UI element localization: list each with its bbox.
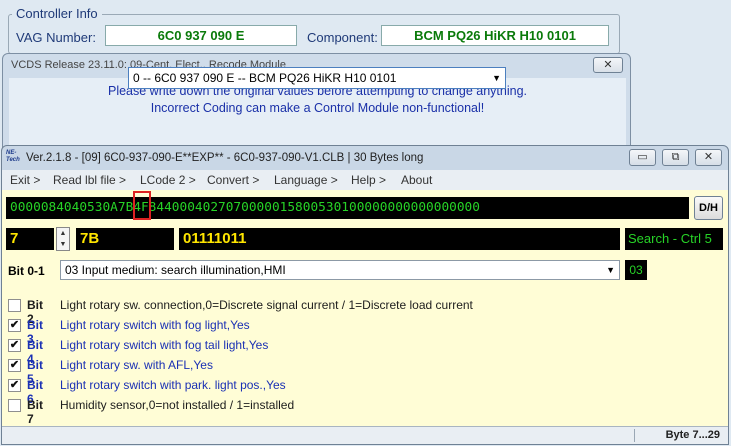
warning-line-2: Incorrect Coding can make a Control Modu… <box>150 101 485 115</box>
bit01-select-value: 03 Input medium: search illumination,HMI <box>65 263 286 277</box>
menu-lcode2[interactable]: LCode 2 > <box>140 173 196 187</box>
checkbox-unchecked[interactable] <box>8 299 21 312</box>
bit-description: Humidity sensor,0=not installed / 1=inst… <box>60 398 295 412</box>
component-label: Component: <box>307 30 378 45</box>
bit-label: Bit 7 <box>27 398 43 426</box>
bit-description: Light rotary switch with fog light,Yes <box>60 318 250 332</box>
bit01-value: 03 <box>625 260 647 280</box>
minimize-button[interactable]: ▭ <box>629 149 656 166</box>
logo-icon: NE-Tech <box>6 150 20 163</box>
checkbox-unchecked[interactable] <box>8 399 21 412</box>
status-byte-range: Byte 7...29 <box>665 429 720 441</box>
module-select-value: 0 -- 6C0 937 090 E -- BCM PQ26 HiKR H10 … <box>133 71 397 85</box>
long-coding-hex-string[interactable]: 0000084040530A7B4F8440004027070000015800… <box>6 197 689 219</box>
component-value: BCM PQ26 HiKR H10 0101 <box>381 25 609 46</box>
close-button[interactable]: ✕ <box>695 149 722 166</box>
long-coding-helper-window: NE-Tech Ver.2.1.8 - [09] 6C0-937-090-E**… <box>1 145 729 445</box>
checkbox-checked[interactable]: ✔ <box>8 319 21 332</box>
hex-value-field[interactable]: 7B <box>76 228 174 250</box>
chevron-down-icon: ▼ <box>606 265 615 275</box>
spin-down-icon[interactable]: ▼ <box>57 239 69 250</box>
status-bar: Byte 7...29 <box>2 426 728 444</box>
menu-convert[interactable]: Convert > <box>207 173 259 187</box>
status-divider <box>634 429 635 442</box>
coding-title-bar: NE-Tech Ver.2.1.8 - [09] 6C0-937-090-E**… <box>2 146 728 170</box>
byte-number-field[interactable]: 7 <box>6 228 54 250</box>
checkbox-checked[interactable]: ✔ <box>8 339 21 352</box>
controller-info-legend: Controller Info <box>12 6 102 21</box>
bit-description: Light rotary switch with fog tail light,… <box>60 338 269 352</box>
recode-body: Please write down the original values be… <box>9 78 626 152</box>
menu-about[interactable]: About <box>401 173 432 187</box>
spin-up-icon[interactable]: ▲ <box>57 228 69 239</box>
menu-exit[interactable]: Exit > <box>10 173 40 187</box>
restore-button[interactable]: ⧉ <box>662 149 689 166</box>
search-field[interactable]: Search - Ctrl 5 <box>625 228 723 250</box>
menu-read-lbl[interactable]: Read lbl file > <box>53 173 126 187</box>
binary-value-field[interactable]: 01111011 <box>179 228 620 250</box>
bit-description: Light rotary switch with park. light pos… <box>60 378 286 392</box>
recode-close-button[interactable]: ✕ <box>593 57 623 73</box>
bit01-label: Bit 0-1 <box>8 264 45 278</box>
menu-bar: Exit > Read lbl file > LCode 2 > Convert… <box>2 170 728 190</box>
module-select[interactable]: 0 -- 6C0 937 090 E -- BCM PQ26 HiKR H10 … <box>128 67 506 89</box>
byte-spinner[interactable]: ▲ ▼ <box>56 227 70 251</box>
chevron-down-icon: ▼ <box>492 73 501 83</box>
checkbox-checked[interactable]: ✔ <box>8 359 21 372</box>
menu-help[interactable]: Help > <box>351 173 386 187</box>
bit-description: Light rotary sw. connection,0=Discrete s… <box>60 298 473 312</box>
vag-number-value: 6C0 937 090 E <box>105 25 297 46</box>
coding-window-title: Ver.2.1.8 - [09] 6C0-937-090-E**EXP** - … <box>26 152 424 164</box>
dh-button[interactable]: D/H <box>694 196 723 220</box>
coding-content: 0000084040530A7B4F8440004027070000015800… <box>2 190 728 426</box>
vag-number-label: VAG Number: <box>16 30 96 45</box>
checkbox-checked[interactable]: ✔ <box>8 379 21 392</box>
menu-language[interactable]: Language > <box>274 173 338 187</box>
bit-description: Light rotary sw. with AFL,Yes <box>60 358 213 372</box>
bit01-select[interactable]: 03 Input medium: search illumination,HMI… <box>60 260 620 280</box>
